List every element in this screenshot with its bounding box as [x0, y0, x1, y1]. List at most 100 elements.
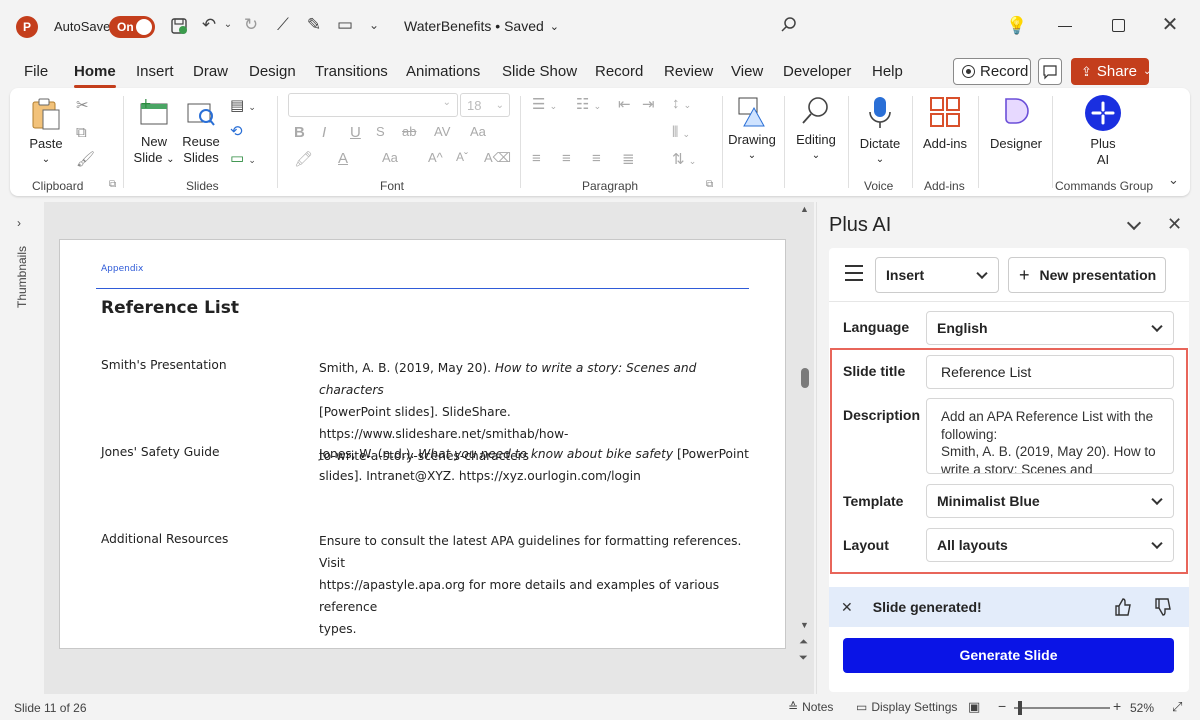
font-size-input[interactable]: 18 ⌄	[460, 93, 510, 117]
bullets-icon[interactable]: ☰ ⌄	[532, 95, 557, 113]
clipboard-launcher-icon[interactable]: ⧉	[109, 179, 116, 190]
underline-icon[interactable]: U	[350, 124, 361, 141]
present-icon[interactable]: ▭	[334, 15, 356, 35]
maximize-button[interactable]	[1112, 19, 1125, 32]
undo-dropdown-icon[interactable]: ⌄	[222, 15, 234, 35]
zoom-slider[interactable]	[1014, 701, 1110, 715]
numbering-icon[interactable]: ☷ ⌄	[576, 95, 601, 113]
plus-ai-button[interactable]: Plus AI	[1078, 94, 1128, 168]
menu-icon[interactable]	[845, 265, 863, 281]
notes-button[interactable]: ≙ Notes	[788, 700, 833, 714]
line-spacing-icon[interactable]: ↕ ⌄	[672, 95, 691, 112]
tab-design[interactable]: Design	[249, 62, 296, 86]
align-right-icon[interactable]: ≡	[592, 150, 601, 167]
strikethrough-ab-icon[interactable]: ab	[402, 124, 416, 139]
panel-close-icon[interactable]: ✕	[1167, 214, 1182, 235]
panel-options-icon[interactable]	[1126, 215, 1142, 231]
paragraph-launcher-icon[interactable]: ⧉	[706, 179, 713, 190]
zoom-level[interactable]: 52%	[1130, 701, 1154, 715]
tab-animations[interactable]: Animations	[406, 62, 480, 86]
layout-dropdown[interactable]: All layouts	[926, 528, 1174, 562]
tab-home[interactable]: Home	[74, 62, 116, 88]
autosave-toggle[interactable]: On	[109, 16, 155, 38]
tab-review[interactable]: Review	[664, 62, 713, 86]
format-painter-icon[interactable]: 🖌	[76, 150, 95, 168]
align-left-icon[interactable]: ≡	[532, 150, 541, 167]
italic-icon[interactable]: I	[322, 124, 326, 141]
pen-icon[interactable]: ✎	[303, 15, 325, 35]
bold-icon[interactable]: B	[294, 124, 305, 141]
change-case-icon[interactable]: Aa	[470, 124, 486, 139]
strikethrough-icon[interactable]: S	[376, 124, 385, 139]
text-direction-icon[interactable]: ⇅ ⌄	[672, 150, 696, 168]
decrease-font-icon[interactable]: Aˇ	[456, 150, 468, 164]
tab-transitions[interactable]: Transitions	[315, 62, 388, 86]
new-slide-button[interactable]: + New Slide ⌄	[132, 96, 176, 168]
highlight-icon[interactable]: 🖍	[294, 150, 313, 168]
next-slide-icon[interactable]: ⏷	[799, 652, 808, 665]
format-painter-icon[interactable]: ⟋	[272, 15, 294, 35]
thumbnails-bar[interactable]: › Thumbnails	[0, 202, 44, 694]
share-button[interactable]: ⇪ Share ⌄	[1071, 58, 1151, 85]
clear-format-icon[interactable]: A⌫	[484, 150, 511, 166]
description-textarea[interactable]: Add an APA Reference List with the follo…	[926, 398, 1174, 474]
ribbon-expand-icon[interactable]: ⌄	[1168, 172, 1179, 188]
tab-insert[interactable]: Insert	[136, 62, 174, 86]
tab-slide-show[interactable]: Slide Show	[502, 62, 577, 86]
normal-view-icon[interactable]: ▣	[968, 699, 980, 715]
fit-to-window-icon[interactable]: ⤢	[1172, 699, 1182, 715]
columns-icon[interactable]: ⫴ ⌄	[672, 124, 690, 141]
minimize-button[interactable]	[1058, 26, 1072, 27]
new-presentation-button[interactable]: + New presentation	[1008, 257, 1166, 293]
template-dropdown[interactable]: Minimalist Blue	[926, 484, 1174, 518]
search-icon[interactable]	[780, 16, 798, 34]
record-button[interactable]: Record	[953, 58, 1031, 85]
reuse-slides-button[interactable]: Reuse Slides	[180, 96, 222, 166]
decrease-indent-icon[interactable]: ⇤	[618, 95, 631, 113]
display-settings-button[interactable]: ▭ Display Settings	[856, 700, 957, 714]
language-dropdown[interactable]: English	[926, 311, 1174, 345]
increase-indent-icon[interactable]: ⇥	[642, 95, 655, 113]
close-window-button[interactable]: ✕	[1160, 15, 1180, 35]
add-ins-button[interactable]: Add-ins	[918, 94, 972, 152]
chevron-right-icon[interactable]: ›	[17, 216, 21, 230]
slide-scrollbar[interactable]: ▲ ▼ ⏶ ⏷	[796, 202, 814, 694]
save-icon[interactable]	[168, 16, 190, 41]
undo-icon[interactable]: ↶	[198, 15, 220, 35]
tab-record[interactable]: Record	[595, 62, 643, 86]
font-color-icon[interactable]: A	[338, 150, 348, 167]
reset-icon[interactable]: ⟲	[230, 122, 243, 140]
zoom-in-icon[interactable]: +	[1113, 698, 1121, 714]
lightbulb-icon[interactable]: 💡	[1006, 16, 1027, 36]
tab-draw[interactable]: Draw	[193, 62, 228, 86]
dismiss-toast-icon[interactable]: ✕	[841, 599, 853, 616]
align-center-icon[interactable]: ≡	[562, 150, 571, 167]
zoom-slider-thumb[interactable]	[1018, 701, 1022, 715]
scroll-thumb[interactable]	[801, 368, 809, 388]
tab-file[interactable]: File	[24, 62, 48, 86]
editing-button[interactable]: Editing ⌄	[790, 94, 842, 164]
tab-view[interactable]: View	[731, 62, 763, 86]
layout-icon[interactable]: ▤ ⌄	[230, 96, 256, 114]
paste-button[interactable]: Paste ⌄	[28, 96, 64, 168]
font-name-input[interactable]: ⌄	[288, 93, 458, 117]
thumbs-down-icon[interactable]	[1153, 597, 1173, 622]
tab-help[interactable]: Help	[872, 62, 903, 86]
copy-icon[interactable]: ⧉	[76, 124, 87, 141]
text-size-icon[interactable]: Aa	[382, 150, 398, 165]
dictate-button[interactable]: Dictate ⌄	[854, 94, 906, 168]
customize-toolbar-icon[interactable]: ⌄	[366, 15, 382, 35]
generate-slide-button[interactable]: Generate Slide	[843, 638, 1174, 673]
slide-title-input[interactable]: Reference List	[926, 355, 1174, 389]
tab-developer[interactable]: Developer	[783, 62, 851, 86]
scroll-down-icon[interactable]: ▼	[800, 620, 809, 630]
scroll-up-icon[interactable]: ▲	[800, 204, 809, 214]
char-spacing-icon[interactable]: AV	[434, 124, 450, 139]
thumbs-up-icon[interactable]	[1113, 597, 1133, 622]
redo-icon[interactable]: ↻	[240, 15, 262, 35]
previous-slide-icon[interactable]: ⏶	[799, 636, 808, 649]
drawing-button[interactable]: Drawing ⌄	[726, 94, 778, 164]
increase-font-icon[interactable]: A^	[428, 150, 443, 165]
section-icon[interactable]: ▭ ⌄	[230, 149, 256, 167]
insert-dropdown[interactable]: Insert	[875, 257, 999, 293]
